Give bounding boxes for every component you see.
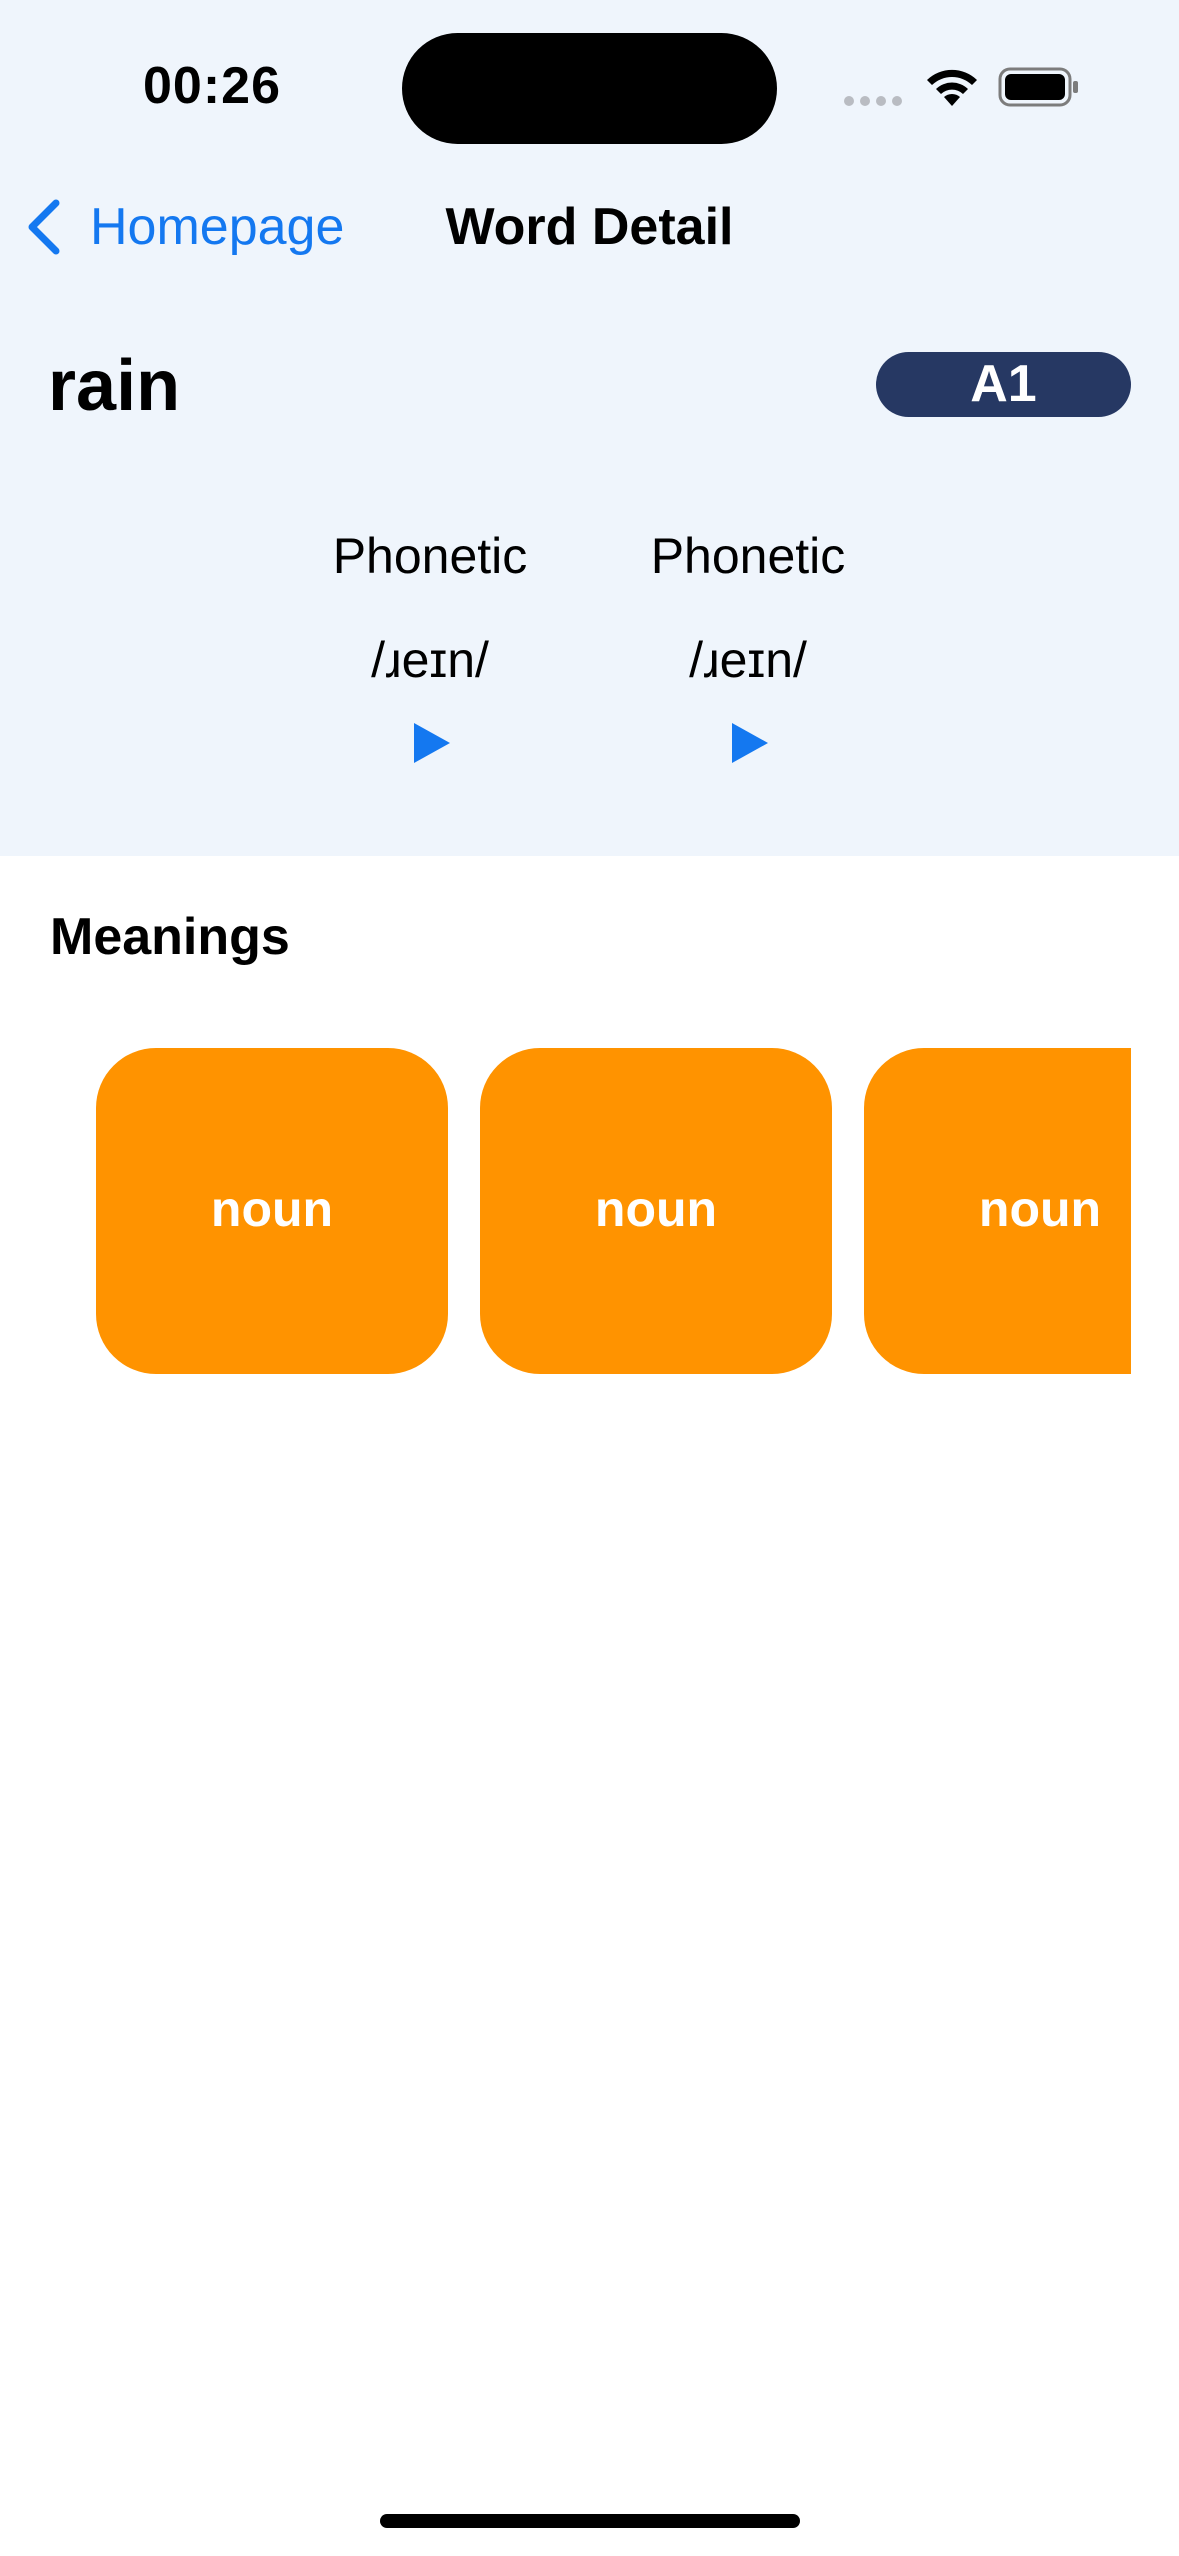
cellular-signal-icon — [844, 96, 902, 106]
phonetic-text: /ɹeɪn/ — [371, 632, 489, 688]
battery-icon — [998, 67, 1078, 107]
back-button[interactable]: Homepage — [24, 196, 344, 258]
meanings-heading: Meanings — [50, 908, 290, 966]
phonetic-label: Phonetic — [332, 528, 528, 584]
meaning-card-label: noun — [978, 1181, 1102, 1237]
dynamic-island — [402, 33, 777, 144]
phonetic-item: Phonetic /ɹeɪn/ — [290, 525, 570, 770]
phonetic-label: Phonetic — [650, 528, 846, 584]
meaning-card-label: noun — [210, 1181, 334, 1237]
home-indicator[interactable] — [380, 2514, 800, 2528]
chevron-left-icon — [28, 199, 60, 255]
back-button-label: Homepage — [90, 198, 345, 256]
meaning-card-label: noun — [594, 1181, 718, 1237]
meaning-card[interactable]: noun — [480, 1048, 832, 1374]
play-icon[interactable] — [726, 721, 770, 765]
meaning-card[interactable]: noun — [864, 1048, 1131, 1374]
play-icon[interactable] — [408, 721, 452, 765]
status-time: 00:26 — [143, 57, 281, 115]
phonetic-text: /ɹeɪn/ — [689, 632, 807, 688]
word-title: rain — [48, 346, 181, 426]
word-detail-screen: 00:26 Word Detail Homepage rain A1 Phone… — [0, 0, 1179, 2556]
meaning-card[interactable]: noun — [96, 1048, 448, 1374]
meanings-carousel[interactable]: noun noun noun — [0, 1048, 1131, 1376]
wifi-icon — [927, 69, 977, 106]
level-badge: A1 — [876, 352, 1131, 417]
phonetic-item: Phonetic /ɹeɪn/ — [608, 525, 888, 770]
